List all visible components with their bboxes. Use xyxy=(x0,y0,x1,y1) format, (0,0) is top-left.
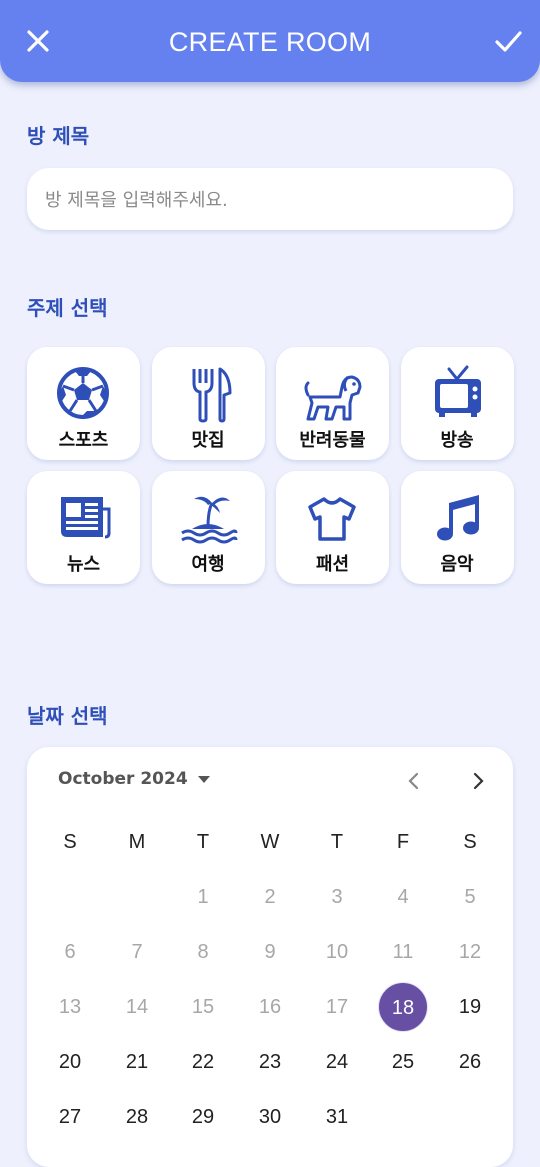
tv-icon xyxy=(434,365,481,417)
calendar-day: 4 xyxy=(397,886,409,908)
confirm-button[interactable] xyxy=(492,25,524,57)
shirt-icon xyxy=(308,497,356,541)
topic-label-text: 뉴스 xyxy=(66,554,101,575)
dog-icon xyxy=(304,375,362,421)
calendar-day[interactable]: 20 xyxy=(45,1037,95,1087)
chevron-left-icon xyxy=(408,772,419,790)
calendar-day: 7 xyxy=(131,941,143,963)
calendar-day: 12 xyxy=(458,941,482,963)
soccer-ball-icon xyxy=(57,367,109,419)
calendar-day[interactable]: 26 xyxy=(445,1037,495,1087)
topic-news[interactable]: 뉴스 xyxy=(27,471,140,584)
calendar-day: 5 xyxy=(464,886,476,908)
calendar-day: 9 xyxy=(264,941,276,963)
weekday-header: F xyxy=(396,831,410,853)
topic-broadcast[interactable]: 방송 xyxy=(400,347,514,460)
newspaper-icon xyxy=(61,497,111,539)
app-bar: CREATE ROOM xyxy=(0,0,540,82)
topic-pets[interactable]: 반려동물 xyxy=(276,347,389,460)
previous-month-button[interactable] xyxy=(400,767,428,795)
topic-music[interactable]: 음악 xyxy=(400,471,514,584)
next-month-button[interactable] xyxy=(464,767,492,795)
topic-food[interactable]: 맛집 xyxy=(151,347,265,460)
weekday-header: T xyxy=(330,831,344,853)
calendar-day: 10 xyxy=(325,941,349,963)
calendar: October 2024 S M T W T F S 1 2 3 4 5 6 7 8 9 10 11 12 13 14 1… xyxy=(27,747,513,1167)
chevron-right-icon xyxy=(473,772,484,790)
topic-label-text: 여행 xyxy=(191,554,225,575)
weekday-header: S xyxy=(463,831,477,853)
topic-travel[interactable]: 여행 xyxy=(151,471,265,584)
topic-grid: 스포츠 맛집 반려동물 방송 뉴스 여행 패션 음악 xyxy=(27,347,517,584)
calendar-day[interactable]: 25 xyxy=(378,1037,428,1087)
page-title: CREATE ROOM xyxy=(168,27,372,57)
calendar-day: 13 xyxy=(58,996,82,1018)
calendar-day: 8 xyxy=(197,941,209,963)
topic-label-text: 방송 xyxy=(440,430,474,451)
check-icon xyxy=(495,31,522,52)
calendar-day: 2 xyxy=(264,886,276,908)
room-title-input[interactable] xyxy=(43,168,501,232)
topic-label-text: 패션 xyxy=(315,554,350,575)
weekday-header: W xyxy=(260,831,280,853)
calendar-day: 14 xyxy=(125,996,149,1018)
calendar-day: 6 xyxy=(64,941,76,963)
weekday-header: M xyxy=(128,831,146,853)
topic-label-text: 스포츠 xyxy=(58,430,109,451)
room-title-label: 방 제목 xyxy=(27,124,90,148)
room-title-field xyxy=(27,168,513,232)
topic-label-text: 음악 xyxy=(440,554,474,575)
island-icon xyxy=(180,496,237,544)
calendar-day: 15 xyxy=(191,996,215,1018)
fork-knife-icon xyxy=(192,367,231,423)
calendar-day: 11 xyxy=(392,941,414,963)
month-label: October 2024 xyxy=(58,769,188,789)
calendar-day: 3 xyxy=(331,886,343,908)
weekday-header: T xyxy=(196,831,210,853)
music-note-icon xyxy=(436,495,479,541)
calendar-day[interactable]: 24 xyxy=(312,1037,362,1087)
calendar-day: 16 xyxy=(258,996,282,1018)
topic-label-text: 맛집 xyxy=(191,430,225,451)
calendar-day[interactable]: 19 xyxy=(445,982,495,1032)
calendar-day[interactable]: 22 xyxy=(178,1037,228,1087)
topic-label: 주제 선택 xyxy=(27,296,108,320)
calendar-day[interactable]: 21 xyxy=(112,1037,162,1087)
caret-down-icon xyxy=(197,775,210,783)
topic-sports[interactable]: 스포츠 xyxy=(27,347,140,460)
month-selector[interactable]: October 2024 xyxy=(58,769,210,789)
calendar-day-selected[interactable]: 18 xyxy=(378,982,428,1032)
date-label: 날짜 선택 xyxy=(27,704,108,728)
calendar-day: 17 xyxy=(325,996,349,1018)
topic-label-text: 반려동물 xyxy=(299,430,366,451)
calendar-day[interactable]: 23 xyxy=(245,1037,295,1087)
weekday-header: S xyxy=(63,831,77,853)
topic-fashion[interactable]: 패션 xyxy=(276,471,389,584)
calendar-day: 1 xyxy=(197,886,209,908)
